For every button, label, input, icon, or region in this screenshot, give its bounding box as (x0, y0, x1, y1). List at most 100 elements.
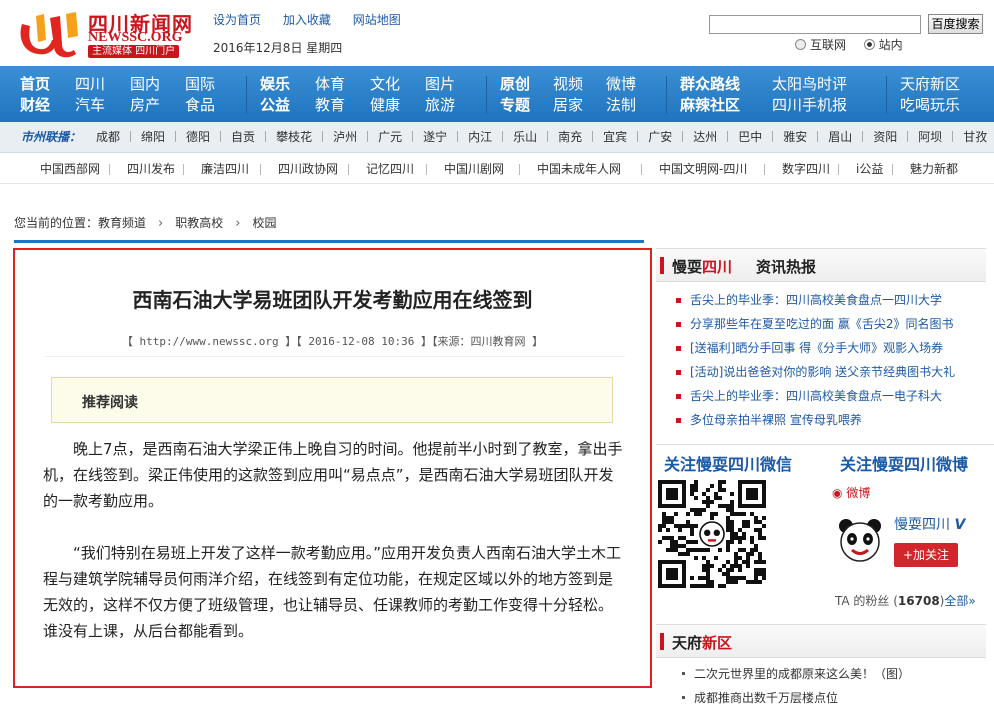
city-link[interactable]: 眉山 (828, 122, 852, 153)
nav-item[interactable]: 文化 (370, 74, 425, 95)
nav-item[interactable]: 旅游 (425, 95, 480, 116)
nav-divider (666, 76, 667, 114)
nav-item[interactable]: 汽车 (75, 95, 130, 116)
city-link[interactable]: 乐山 (513, 122, 537, 153)
logo-slogan: 主流媒体 四川门户 (88, 45, 180, 58)
nav-item[interactable]: 体育 (315, 74, 370, 95)
nav-item[interactable]: 房产 (130, 95, 185, 116)
nav-item[interactable]: 健康 (370, 95, 425, 116)
city-link[interactable]: 自贡 (231, 122, 255, 153)
partner-link[interactable]: 记忆四川 (366, 154, 414, 184)
hot-news-brand: 慢耍四川 (672, 258, 733, 276)
weibo-logo[interactable]: ◉ 微博 (832, 484, 870, 501)
partner-link[interactable]: 四川发布 (127, 154, 175, 184)
list-item[interactable]: 成都推商出数千万层楼点位 (676, 686, 994, 710)
radio-site[interactable] (863, 39, 875, 50)
partner-link[interactable]: 廉洁四川 (201, 154, 249, 184)
city-link[interactable]: 宜宾 (603, 122, 627, 153)
nav-item[interactable]: 法制 (606, 95, 659, 116)
set-homepage-link[interactable]: 设为首页 (213, 13, 261, 27)
wechat-qr-code (658, 480, 766, 588)
list-item[interactable]: [活动]说出爸爸对你的影响 送父亲节经典图书大礼 (656, 360, 986, 384)
city-link[interactable]: 攀枝花 (276, 122, 312, 153)
radio-internet[interactable] (795, 39, 806, 50)
nav-item[interactable]: 娱乐 (260, 74, 315, 95)
weibo-account-name[interactable]: 慢耍四川 V (894, 514, 965, 534)
city-link[interactable]: 内江 (468, 122, 492, 153)
list-item[interactable]: 二次元世界里的成都原来这么美！（图） (676, 662, 994, 686)
nav-item[interactable]: 财经 (20, 95, 75, 116)
nav-item[interactable]: 原创 (500, 74, 553, 95)
partner-link[interactable]: i公益 (856, 154, 883, 184)
nav-item[interactable]: 教育 (315, 95, 370, 116)
site-logo-icon[interactable] (16, 10, 82, 58)
nav-divider (246, 76, 247, 114)
city-link[interactable]: 雅安 (783, 122, 807, 153)
chevron-right-icon: › (158, 216, 164, 231)
search-button[interactable]: 百度搜索 (928, 14, 983, 34)
breadcrumb-item-vocational[interactable]: 职教高校 (175, 216, 223, 230)
current-date: 2016年12月8日 星期四 (213, 41, 343, 55)
city-link[interactable]: 广元 (378, 122, 402, 153)
city-link[interactable]: 阿坝 (918, 122, 942, 153)
list-item[interactable]: 多位母亲拍半裸照 宣传母乳喂养 (656, 408, 986, 432)
nav-item[interactable]: 图片 (425, 74, 480, 95)
city-link[interactable]: 资阳 (873, 122, 897, 153)
nav-item[interactable]: 天府新区 (900, 74, 960, 95)
city-link[interactable]: 巴中 (738, 122, 762, 153)
nav-item[interactable]: 群众路线 (680, 74, 772, 95)
partner-link[interactable]: 中国未成年人网 (537, 154, 621, 184)
search-input[interactable] (709, 15, 921, 34)
fans-all-link[interactable]: 全部» (944, 594, 975, 608)
nav-item[interactable]: 视频 (553, 74, 606, 95)
city-link[interactable]: 绵阳 (141, 122, 165, 153)
nav-item[interactable]: 国际 (185, 74, 240, 95)
partner-link[interactable]: 数字四川 (782, 154, 830, 184)
nav-item[interactable]: 食品 (185, 95, 240, 116)
city-link[interactable]: 南充 (558, 122, 582, 153)
section-divider (656, 444, 994, 445)
city-link[interactable]: 甘孜 (963, 122, 987, 153)
link-divider (260, 164, 261, 175)
weibo-follow-button[interactable]: +加关注 (894, 543, 958, 567)
nav-item[interactable]: 微博 (606, 74, 659, 95)
partner-link[interactable]: 中国川剧网 (444, 154, 504, 184)
link-divider (838, 164, 839, 175)
sitemap-link[interactable]: 网站地图 (353, 13, 401, 27)
partner-link[interactable]: 中国文明网-四川 (659, 154, 747, 184)
nav-item[interactable]: 公益 (260, 95, 315, 116)
nav-item[interactable]: 麻辣社区 (680, 95, 772, 116)
nav-item[interactable]: 首页 (20, 74, 75, 95)
city-link[interactable]: 德阳 (186, 122, 210, 153)
link-divider (641, 164, 642, 175)
nav-item[interactable]: 专题 (500, 95, 553, 116)
city-bar-label: 市州联播： (21, 130, 82, 144)
partner-links-bar: 中国西部网 四川发布 廉洁四川 四川政协网 记忆四川 中国川剧网 中国未成年人网 中国文明网-… (0, 154, 994, 184)
list-item[interactable]: [送福利]晒分手回事 得《分手大师》观影入场券 (656, 336, 986, 360)
city-link[interactable]: 成都 (96, 122, 120, 153)
list-item[interactable]: 舌尖上的毕业季：四川高校美食盘点一四川大学 (656, 288, 986, 312)
partner-link[interactable]: 魅力新都 (910, 154, 958, 184)
nav-item[interactable]: 四川手机报 (772, 95, 864, 116)
breadcrumb-prefix: 您当前的位置： (14, 216, 99, 230)
nav-item[interactable]: 国内 (130, 74, 185, 95)
nav-item[interactable]: 太阳鸟时评 (772, 74, 864, 95)
radio-internet-label: 互联网 (810, 38, 847, 52)
partner-link[interactable]: 中国西部网 (40, 154, 100, 184)
partner-link[interactable]: 四川政协网 (278, 154, 338, 184)
panda-avatar[interactable] (836, 516, 884, 564)
breadcrumb-item-campus[interactable]: 校园 (252, 216, 276, 230)
nav-item[interactable]: 居家 (553, 95, 606, 116)
city-link[interactable]: 广安 (648, 122, 672, 153)
nav-item[interactable]: 四川 (75, 74, 130, 95)
city-link[interactable]: 泸州 (333, 122, 357, 153)
breadcrumb-item-edu[interactable]: 教育频道 (98, 216, 146, 230)
list-item[interactable]: 舌尖上的毕业季：四川高校美食盘点一电子科大 (656, 384, 986, 408)
nav-item[interactable]: 吃喝玩乐 (900, 95, 960, 116)
list-item[interactable]: 分享那些年在夏至吃过的面 赢《舌尖2》同名图书 (656, 312, 986, 336)
city-link[interactable]: 遂宁 (423, 122, 447, 153)
city-link[interactable]: 达州 (693, 122, 717, 153)
add-favorite-link[interactable]: 加入收藏 (283, 13, 331, 27)
verified-badge-icon: V (954, 517, 966, 533)
tianfu-list: 二次元世界里的成都原来这么美！（图） 成都推商出数千万层楼点位 (676, 662, 994, 710)
